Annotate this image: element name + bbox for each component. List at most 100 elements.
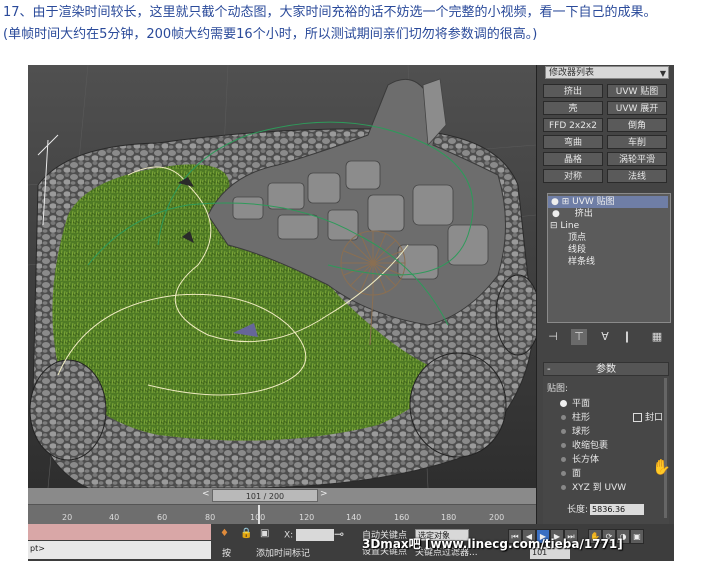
add-time-tag[interactable]: 添加时间标记 bbox=[256, 546, 310, 559]
pin-stack-icon[interactable]: ⊣ bbox=[545, 329, 561, 345]
modifier-button-symmetry[interactable]: 对称 bbox=[543, 169, 603, 183]
lightbulb-icon[interactable]: ● bbox=[551, 197, 559, 207]
modifier-button-unwrap-uvw[interactable]: UVW 展开 bbox=[607, 101, 667, 115]
radio-face[interactable]: 面 bbox=[561, 466, 581, 479]
modifier-button-extrude[interactable]: 挤出 bbox=[543, 84, 603, 98]
stack-item-spline[interactable]: 样条线 bbox=[568, 256, 595, 268]
stack-item-label: Line bbox=[560, 221, 580, 231]
track-tick: 200 bbox=[489, 513, 505, 522]
stack-item-vertex[interactable]: 顶点 bbox=[568, 232, 586, 244]
radio-spherical[interactable]: 球形 bbox=[561, 424, 590, 437]
radio-label: 收缩包裹 bbox=[572, 441, 609, 451]
stack-item-uvw-map[interactable]: ● ⊞ UVW 贴图 bbox=[548, 196, 668, 208]
radio-label: 面 bbox=[572, 469, 582, 479]
make-unique-icon[interactable]: ∀ bbox=[597, 329, 613, 345]
modifier-button-bevel[interactable]: 倒角 bbox=[607, 118, 667, 132]
expand-icon[interactable]: ⊞ bbox=[562, 197, 570, 207]
caption-line-2: (单帧时间大约在5分钟，200帧大约需要16个小时，所以测试期间亲们切勿将参数调… bbox=[3, 27, 538, 42]
radio-off-icon bbox=[561, 443, 566, 448]
maximize-viewport-icon[interactable]: ▣ bbox=[630, 529, 644, 544]
time-slider[interactable]: < 101 / 200 > bbox=[28, 488, 536, 504]
mapping-group-label: 贴图: bbox=[547, 384, 569, 394]
radio-label: 球形 bbox=[572, 427, 591, 437]
track-tick: 60 bbox=[157, 513, 168, 522]
remove-modifier-icon[interactable]: ❙ bbox=[619, 329, 635, 345]
modifier-list-label: 修改器列表 bbox=[549, 68, 595, 78]
rollout-header[interactable]: - 参数 bbox=[543, 362, 669, 376]
watermark: 3Dmax吧 [www.linecg.com/tieba/1771] bbox=[362, 537, 623, 551]
radio-box[interactable]: 长方体 bbox=[561, 452, 599, 465]
lock-icon[interactable]: 🔒 bbox=[240, 528, 252, 539]
caption-line-1: 17、由于渲染时间较长，这里就只截个动态图，大家时间充裕的话不妨选一个完整的小视… bbox=[3, 5, 657, 20]
track-tick: 160 bbox=[394, 513, 410, 522]
stack-item-line[interactable]: ⊟ Line bbox=[550, 220, 579, 232]
maxscript-listener[interactable] bbox=[28, 524, 211, 540]
modifier-button-turbosmooth[interactable]: 涡轮平滑 bbox=[607, 152, 667, 166]
modifier-button-ffd[interactable]: FFD 2x2x2 bbox=[543, 118, 603, 132]
modifier-button-uvw-map[interactable]: UVW 贴图 bbox=[607, 84, 667, 98]
radio-label: 柱形 bbox=[572, 413, 591, 423]
show-end-result-icon[interactable]: ⊤ bbox=[571, 329, 587, 345]
lightbulb-icon[interactable]: ● bbox=[552, 209, 560, 219]
article-caption: 17、由于渲染时间较长，这里就只截个动态图，大家时间充裕的话不妨选一个完整的小视… bbox=[3, 2, 703, 46]
x-label: X: bbox=[284, 530, 294, 541]
cap-label: 封口 bbox=[645, 413, 664, 423]
cap-checkbox[interactable]: 封口 bbox=[633, 410, 663, 423]
parameters-rollout: - 参数 贴图: 平面 柱形 封口 球形 收缩包裹 长方体 面 XYZ 到 UV… bbox=[543, 362, 669, 535]
length-field[interactable]: 5836.36 bbox=[590, 504, 645, 515]
hand-cursor-icon: ✋ bbox=[652, 458, 671, 476]
collapse-icon[interactable]: ⊟ bbox=[550, 221, 558, 231]
track-tick: 120 bbox=[299, 513, 315, 522]
boulder-left bbox=[29, 359, 107, 461]
radio-shrink-wrap[interactable]: 收缩包裹 bbox=[561, 438, 608, 451]
track-tick: 80 bbox=[205, 513, 216, 522]
stack-item-label: 挤出 bbox=[574, 209, 593, 219]
track-tick: 140 bbox=[346, 513, 362, 522]
radio-planar[interactable]: 平面 bbox=[561, 396, 590, 409]
radio-off-icon bbox=[561, 471, 566, 476]
maxscript-prompt[interactable]: pt> bbox=[28, 541, 211, 559]
perspective-viewport[interactable] bbox=[28, 65, 536, 488]
stack-item-label: UVW 贴图 bbox=[572, 197, 615, 207]
key-icon[interactable]: ♦ bbox=[220, 528, 229, 539]
modifier-button-lathe[interactable]: 车削 bbox=[607, 135, 667, 149]
x-coordinate: X: bbox=[284, 529, 335, 541]
scene-render bbox=[28, 65, 536, 488]
stack-toolbar: ⊣ ⊤ ∀ ❙ ▦ bbox=[545, 329, 669, 345]
radio-off-icon bbox=[561, 485, 566, 490]
prev-frame-button[interactable]: < bbox=[202, 489, 210, 499]
current-frame-marker bbox=[258, 505, 260, 524]
radio-off-icon bbox=[561, 415, 566, 420]
modifier-button-lattice[interactable]: 晶格 bbox=[543, 152, 603, 166]
radio-on-icon bbox=[561, 401, 566, 406]
radio-cylindrical[interactable]: 柱形 bbox=[561, 410, 590, 423]
modifier-button-normal[interactable]: 法线 bbox=[607, 169, 667, 183]
key-mode-label: 按 bbox=[222, 549, 232, 559]
radio-label: XYZ 到 UVW bbox=[572, 483, 627, 493]
modifier-button-shell[interactable]: 壳 bbox=[543, 101, 603, 115]
track-tick: 180 bbox=[441, 513, 457, 522]
stack-item-extrude[interactable]: ● 挤出 bbox=[552, 208, 593, 220]
radio-label: 长方体 bbox=[572, 455, 600, 465]
stack-item-segment[interactable]: 线段 bbox=[568, 244, 586, 256]
modifier-button-bend[interactable]: 弯曲 bbox=[543, 135, 603, 149]
radio-off-icon bbox=[561, 429, 566, 434]
set-key-icon[interactable]: ⊸ bbox=[334, 527, 344, 541]
radio-xyz-to-uvw[interactable]: XYZ 到 UVW bbox=[561, 480, 626, 493]
length-row: 长度: 5836.36 bbox=[567, 502, 645, 515]
track-tick: 20 bbox=[62, 513, 73, 522]
boulder-right bbox=[409, 352, 507, 458]
track-bar[interactable]: 20 40 60 80 100 120 140 160 180 200 bbox=[28, 504, 536, 525]
radio-label: 平面 bbox=[572, 399, 591, 409]
transform-type-in-icon[interactable]: ▣ bbox=[260, 528, 269, 539]
checkbox-icon bbox=[633, 413, 642, 422]
next-frame-button[interactable]: > bbox=[320, 489, 328, 499]
modifier-list-dropdown[interactable]: 修改器列表 ▼ bbox=[545, 66, 669, 79]
length-label: 长度: bbox=[567, 505, 589, 515]
rollout-title: 参数 bbox=[596, 364, 616, 375]
rollout-scrollbar[interactable] bbox=[664, 378, 667, 518]
time-slider-thumb[interactable]: 101 / 200 bbox=[212, 489, 318, 502]
x-field[interactable] bbox=[296, 529, 335, 541]
rollout-toggle[interactable]: - bbox=[547, 363, 551, 376]
configure-sets-icon[interactable]: ▦ bbox=[649, 329, 665, 345]
